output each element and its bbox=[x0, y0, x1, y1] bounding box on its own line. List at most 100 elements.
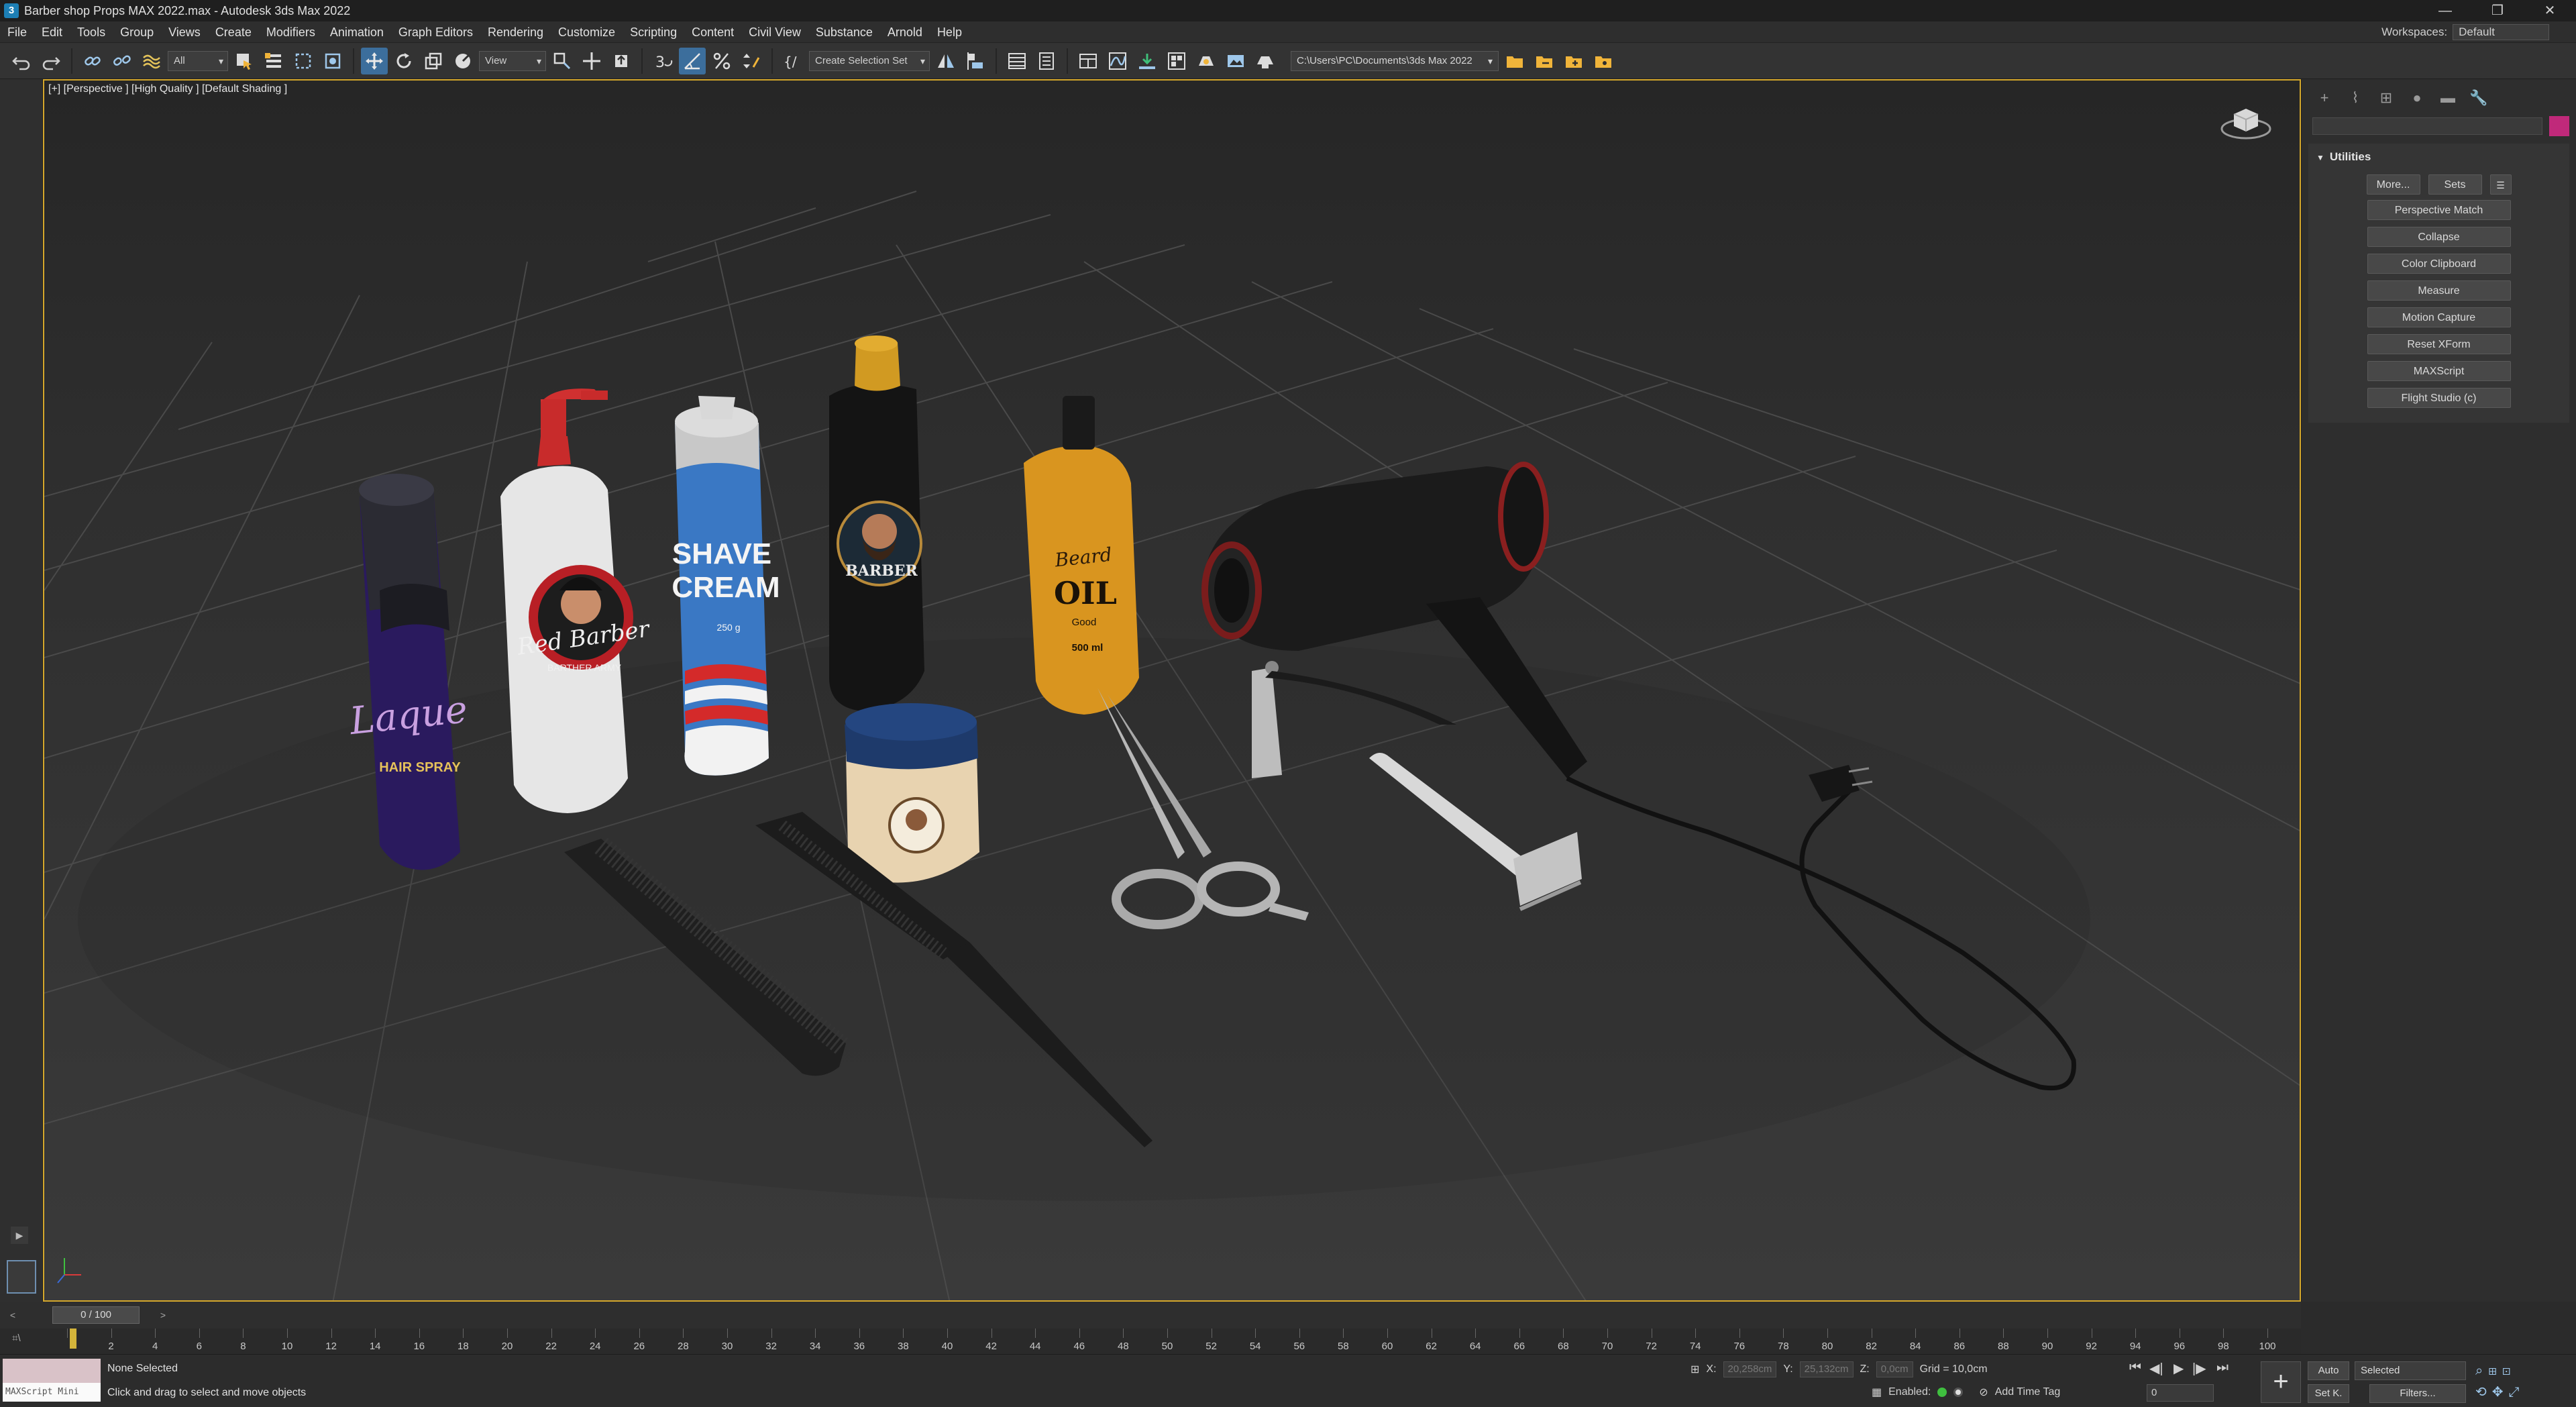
flight-studio-button[interactable]: Flight Studio (c) bbox=[2367, 388, 2511, 408]
select-move-icon[interactable] bbox=[361, 47, 388, 74]
color-clipboard-button[interactable]: Color Clipboard bbox=[2367, 254, 2511, 274]
oil-bottle[interactable]: Beard OIL Good 500 ml bbox=[1024, 396, 1139, 715]
render-production-icon[interactable] bbox=[1252, 48, 1279, 74]
shave-cream-can[interactable]: SHAVE CREAM 250 g bbox=[672, 396, 780, 776]
selection-filter-dropdown[interactable]: All bbox=[168, 50, 228, 71]
reference-coordinate-dropdown[interactable]: View bbox=[479, 50, 546, 71]
select-object-icon[interactable] bbox=[231, 48, 258, 74]
schematic-view-icon[interactable] bbox=[1134, 48, 1161, 74]
viewport-scene[interactable]: Laque HAIR SPRAY Red Barber BARTHER ARMY bbox=[44, 81, 2301, 1302]
menu-edit[interactable]: Edit bbox=[34, 21, 70, 43]
current-frame-field[interactable]: 0 bbox=[2147, 1384, 2214, 1402]
close-button[interactable]: ✕ bbox=[2524, 0, 2576, 21]
rendered-frame-window-icon[interactable] bbox=[1222, 48, 1249, 74]
rect-region-icon[interactable] bbox=[290, 48, 317, 74]
hierarchy-tab-icon[interactable]: ⊞ bbox=[2374, 87, 2398, 109]
key-filter-selection-dropdown[interactable]: Selected bbox=[2355, 1361, 2466, 1380]
window-crossing-icon[interactable] bbox=[319, 48, 346, 74]
named-selection-sets-dropdown[interactable]: Create Selection Set bbox=[809, 50, 930, 71]
motion-tab-icon[interactable]: ● bbox=[2405, 87, 2429, 109]
menu-substance[interactable]: Substance bbox=[808, 21, 880, 43]
create-project-icon[interactable] bbox=[1560, 48, 1587, 74]
add-time-tag-button[interactable]: Add Time Tag bbox=[1995, 1386, 2061, 1398]
object-color-swatch[interactable] bbox=[2549, 116, 2569, 136]
mirror-icon[interactable] bbox=[932, 48, 959, 74]
configure-button-sets-icon[interactable]: ☰ bbox=[2489, 174, 2512, 195]
object-name-field[interactable] bbox=[2312, 117, 2542, 135]
percent-snap-icon[interactable] bbox=[708, 48, 735, 74]
time-slider-thumb[interactable]: 0 / 100 bbox=[52, 1306, 140, 1324]
menu-create[interactable]: Create bbox=[208, 21, 259, 43]
menu-scripting[interactable]: Scripting bbox=[623, 21, 684, 43]
menu-modifiers[interactable]: Modifiers bbox=[259, 21, 323, 43]
minimize-button[interactable]: — bbox=[2419, 0, 2471, 21]
perspective-match-button[interactable]: Perspective Match bbox=[2367, 200, 2511, 220]
set-key-big-icon[interactable]: + bbox=[2261, 1361, 2301, 1403]
curve-editor-icon[interactable] bbox=[1104, 48, 1131, 74]
set-key-button[interactable]: Set K. bbox=[2308, 1384, 2349, 1403]
redo-icon[interactable] bbox=[38, 48, 64, 74]
create-tab-icon[interactable]: + bbox=[2312, 87, 2337, 109]
workspaces-selector[interactable]: Workspaces: Default bbox=[2381, 21, 2549, 43]
motion-capture-button[interactable]: Motion Capture bbox=[2367, 307, 2511, 327]
wax-jar[interactable] bbox=[845, 703, 979, 883]
use-pivot-center-icon[interactable] bbox=[549, 48, 576, 74]
next-frame-icon[interactable]: |▶ bbox=[2192, 1360, 2206, 1377]
time-slider-next-button[interactable]: > bbox=[156, 1308, 170, 1322]
select-scale-icon[interactable] bbox=[420, 48, 447, 74]
select-by-name-icon[interactable] bbox=[260, 48, 287, 74]
viewport-layout-expand-button[interactable]: ▶ bbox=[11, 1227, 28, 1244]
track-bar[interactable]: ⌗\ 2 4 6 8 10 12 14 16 18 20 22 24 26 28 30 32 34 36 38 40 4… bbox=[0, 1328, 2301, 1354]
enabled-indicator-icon[interactable] bbox=[1937, 1388, 1947, 1397]
maxscript-input[interactable]: MAXScript Mini bbox=[3, 1383, 101, 1402]
viewport-label-menu[interactable]: [+] [Perspective ] [High Quality ] [Defa… bbox=[48, 83, 287, 95]
isolate-selection-icon[interactable]: ⊞ bbox=[1690, 1363, 1699, 1376]
menu-graph-editors[interactable]: Graph Editors bbox=[391, 21, 480, 43]
project-folder-icon[interactable] bbox=[1501, 48, 1528, 74]
curve-editor-mini-icon[interactable]: ⌗\ bbox=[12, 1333, 39, 1350]
utilities-rollout-header[interactable]: ▼ Utilities bbox=[2308, 144, 2569, 170]
x-coordinate-field[interactable]: 20,258cm bbox=[1723, 1361, 1777, 1377]
track-bar-ruler[interactable]: 2 4 6 8 10 12 14 16 18 20 22 24 26 28 30 32 34 36 38 40 42 44… bbox=[67, 1328, 2276, 1354]
viewport-navigation-icons[interactable]: ⌕⊞⊡ ⟲✥⤢ bbox=[2475, 1360, 2576, 1403]
menu-animation[interactable]: Animation bbox=[323, 21, 391, 43]
undo-icon[interactable] bbox=[8, 48, 35, 74]
keyboard-shortcut-override-icon[interactable] bbox=[608, 48, 635, 74]
menu-customize[interactable]: Customize bbox=[551, 21, 623, 43]
modify-tab-icon[interactable]: ⌇ bbox=[2343, 87, 2367, 109]
snaps-toggle-icon[interactable]: 3 bbox=[649, 48, 676, 74]
reset-xform-button[interactable]: Reset XForm bbox=[2367, 334, 2511, 354]
sets-button[interactable]: Sets bbox=[2428, 174, 2482, 195]
auto-key-button[interactable]: Auto bbox=[2308, 1361, 2349, 1380]
edit-named-selection-icon[interactable]: {/ bbox=[780, 48, 806, 74]
toggle-ribbon-icon[interactable] bbox=[1075, 48, 1102, 74]
measure-button[interactable]: Measure bbox=[2367, 280, 2511, 301]
menu-arnold[interactable]: Arnold bbox=[880, 21, 930, 43]
bind-space-warp-icon[interactable] bbox=[138, 48, 165, 74]
maxscript-button[interactable]: MAXScript bbox=[2367, 361, 2511, 381]
restore-button[interactable]: ❐ bbox=[2471, 0, 2524, 21]
y-coordinate-field[interactable]: 25,132cm bbox=[1799, 1361, 1854, 1377]
degradation-icon[interactable]: ▦ bbox=[1872, 1386, 1882, 1399]
placement-icon[interactable] bbox=[449, 48, 476, 74]
menu-group[interactable]: Group bbox=[113, 21, 161, 43]
unlink-icon[interactable] bbox=[109, 48, 136, 74]
viewport-layout-tab[interactable] bbox=[7, 1260, 36, 1294]
material-editor-icon[interactable] bbox=[1163, 48, 1190, 74]
time-slider-prev-button[interactable]: < bbox=[5, 1308, 20, 1322]
menu-help[interactable]: Help bbox=[930, 21, 969, 43]
time-slider[interactable]: 0 / 100 bbox=[25, 1306, 2294, 1324]
play-icon[interactable]: ▶ bbox=[2174, 1360, 2184, 1377]
layer-explorer-icon[interactable] bbox=[1004, 48, 1030, 74]
previous-frame-icon[interactable]: ◀| bbox=[2149, 1360, 2163, 1377]
select-manipulate-icon[interactable] bbox=[578, 48, 605, 74]
barber-bottle[interactable]: BARBER bbox=[829, 335, 924, 711]
angle-snap-icon[interactable] bbox=[679, 47, 706, 74]
select-rotate-icon[interactable] bbox=[390, 48, 417, 74]
workspaces-dropdown[interactable]: Default bbox=[2453, 24, 2549, 40]
scene-explorer-icon[interactable] bbox=[1033, 48, 1060, 74]
display-tab-icon[interactable]: ▬ bbox=[2436, 87, 2460, 109]
menu-civil-view[interactable]: Civil View bbox=[741, 21, 808, 43]
link-icon[interactable] bbox=[79, 48, 106, 74]
snap-indicator-icon[interactable] bbox=[1953, 1388, 1964, 1397]
